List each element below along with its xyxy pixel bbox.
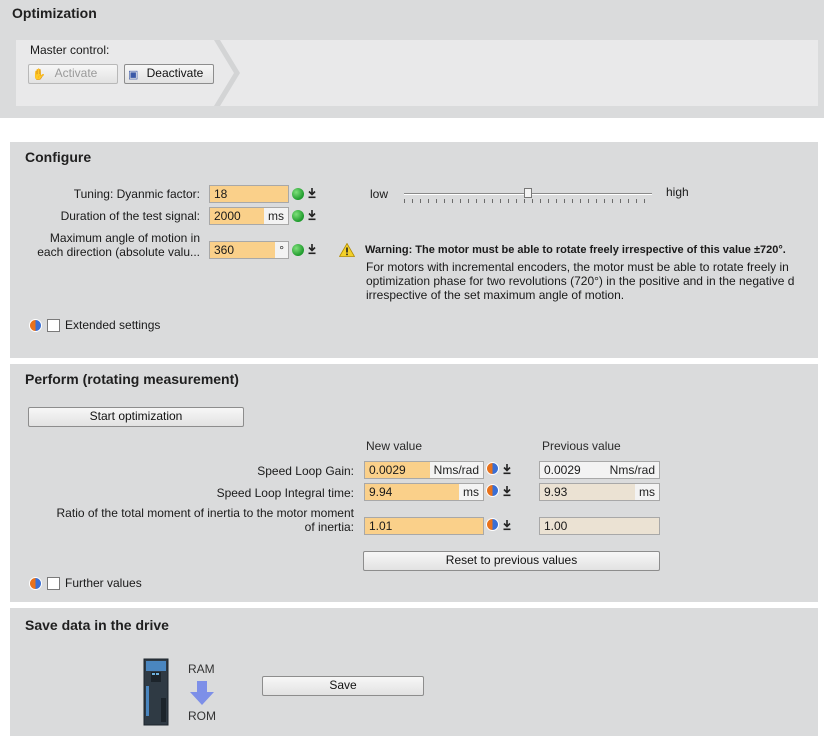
inertia-ratio-prev-value: 1.00 — [544, 519, 568, 533]
inertia-ratio-label-line1: Ratio of the total moment of inertia to … — [56, 506, 354, 520]
configure-title: Configure — [25, 149, 92, 165]
rom-label: ROM — [188, 709, 216, 723]
master-control-label: Master control: — [30, 43, 110, 57]
slider-high-label: high — [666, 185, 689, 199]
dynamic-factor-value: 18 — [214, 187, 228, 201]
master-control-arrow-shape — [214, 40, 240, 106]
ram-label: RAM — [188, 662, 215, 676]
speed-loop-gain-prev-unit: Nms/rad — [605, 462, 659, 478]
duration-unit: ms — [264, 208, 288, 224]
download-icon[interactable] — [502, 463, 512, 475]
status-ok-icon — [292, 210, 304, 222]
duration-input[interactable]: 2000 ms — [209, 207, 289, 225]
max-angle-input[interactable]: 360 ° — [209, 241, 289, 259]
speed-loop-integral-prev-unit: ms — [635, 484, 659, 500]
max-angle-unit: ° — [275, 242, 288, 258]
extended-settings-label: Extended settings — [65, 318, 161, 332]
dynamic-factor-input[interactable]: 18 — [209, 185, 289, 203]
speed-loop-gain-label: Speed Loop Gain: — [257, 464, 354, 478]
arrow-down-icon — [190, 681, 214, 705]
speed-loop-gain-input[interactable]: 0.0029 Nms/rad — [364, 461, 484, 479]
inertia-ratio-input[interactable]: 1.01 — [364, 517, 484, 535]
dynamic-factor-label: Tuning: Dyanmic factor: — [73, 187, 200, 201]
online-offline-icon — [29, 577, 42, 590]
deactivate-icon: ▣ — [128, 69, 139, 81]
activate-button[interactable]: ✋ Activate — [28, 64, 118, 84]
status-ok-icon — [292, 188, 304, 200]
online-offline-icon — [486, 484, 499, 497]
drive-unit-icon — [143, 658, 169, 726]
warning-text-line3: irrespective of the set maximum angle of… — [366, 288, 625, 302]
download-icon[interactable] — [307, 209, 317, 221]
optimization-title: Optimization — [12, 5, 97, 21]
deactivate-button[interactable]: ▣ Deactivate — [124, 64, 214, 84]
deactivate-label: Deactivate — [146, 66, 204, 80]
inertia-ratio-value: 1.01 — [369, 519, 393, 533]
activate-icon: ✋ — [32, 69, 46, 81]
activate-label: Activate — [54, 66, 98, 80]
download-icon[interactable] — [307, 187, 317, 199]
save-button[interactable]: Save — [262, 676, 424, 696]
perform-title: Perform (rotating measurement) — [25, 371, 239, 387]
further-values-label: Further values — [65, 576, 142, 590]
max-angle-label-line1: Maximum angle of motion in — [49, 231, 200, 245]
speed-loop-integral-previous: 9.93 ms — [539, 483, 660, 501]
duration-value: 2000 — [214, 209, 241, 223]
online-offline-icon — [486, 462, 499, 475]
speed-loop-gain-prev-value: 0.0029 — [544, 463, 581, 477]
inertia-ratio-label-line2: of inertia: — [304, 520, 354, 534]
speed-loop-gain-previous: 0.0029 Nms/rad — [539, 461, 660, 479]
warning-title: Warning: The motor must be able to rotat… — [365, 244, 786, 256]
download-icon[interactable] — [502, 485, 512, 497]
slider-low-label: low — [370, 187, 389, 201]
download-icon[interactable] — [502, 519, 512, 531]
reset-to-previous-button[interactable]: Reset to previous values — [363, 551, 660, 571]
dynamic-factor-slider[interactable] — [404, 188, 652, 204]
speed-loop-integral-input[interactable]: 9.94 ms — [364, 483, 484, 501]
status-ok-icon — [292, 244, 304, 256]
speed-loop-integral-prev-value: 9.93 — [544, 485, 568, 499]
start-optimization-button[interactable]: Start optimization — [28, 407, 244, 427]
new-value-header: New value — [366, 439, 423, 453]
download-icon[interactable] — [307, 243, 317, 255]
save-title: Save data in the drive — [25, 617, 169, 633]
online-offline-icon — [486, 518, 499, 531]
speed-loop-integral-label: Speed Loop Integral time: — [216, 486, 354, 500]
inertia-ratio-previous: 1.00 — [539, 517, 660, 535]
extended-settings-checkbox[interactable] — [47, 319, 60, 332]
max-angle-label-line2: each direction (absolute valu... — [37, 245, 200, 259]
slider-thumb[interactable] — [524, 188, 532, 198]
max-angle-value: 360 — [214, 243, 235, 257]
speed-loop-integral-value: 9.94 — [369, 485, 393, 499]
warning-icon — [339, 243, 355, 257]
further-values-checkbox[interactable] — [47, 577, 60, 590]
slider-ticks — [404, 199, 652, 203]
duration-label: Duration of the test signal: — [60, 209, 200, 223]
speed-loop-integral-unit: ms — [459, 484, 483, 500]
warning-text-line1: For motors with incremental encoders, th… — [366, 260, 789, 274]
speed-loop-gain-value: 0.0029 — [369, 463, 406, 477]
online-offline-icon — [29, 319, 42, 332]
previous-value-header: Previous value — [542, 439, 621, 453]
speed-loop-gain-unit: Nms/rad — [429, 462, 483, 478]
warning-text-line2: optimization phase for two revolutions (… — [366, 274, 795, 288]
